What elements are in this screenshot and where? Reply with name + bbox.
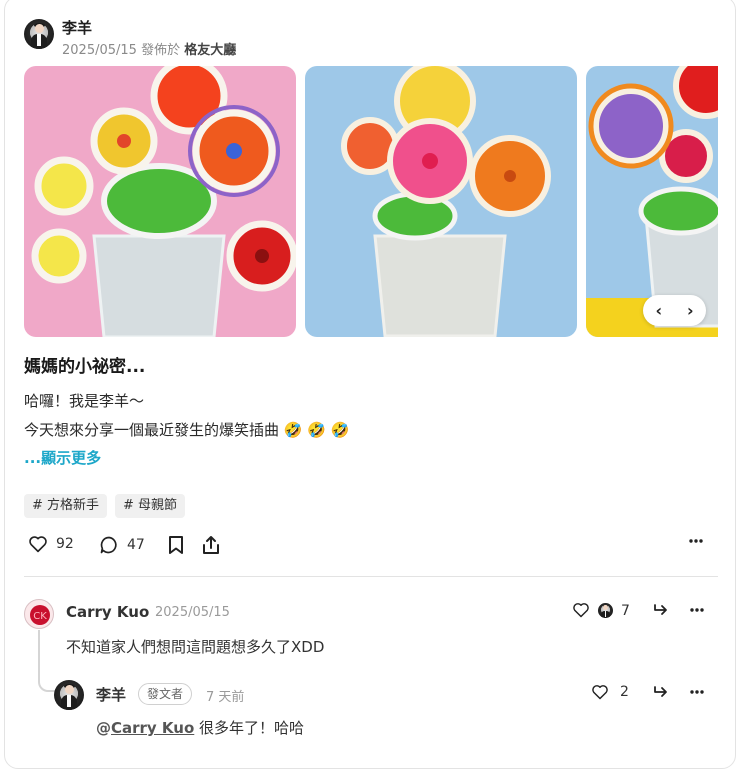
- more-icon: [689, 539, 703, 543]
- post-meta: 2025/05/15 發佈於 格友大廳: [62, 39, 236, 58]
- post-title[interactable]: 媽媽的小祕密...: [24, 352, 145, 377]
- comment-text: 不知道家人們想問這問題想多久了XDD: [66, 638, 325, 656]
- comment-author[interactable]: Carry Kuo: [66, 603, 149, 621]
- bookmark-button[interactable]: [168, 535, 184, 555]
- like-button[interactable]: 92: [28, 535, 74, 553]
- tag-chip[interactable]: # 方格新手: [24, 494, 108, 518]
- reply-text: @Carry Kuo 很多年了！哈哈: [96, 717, 304, 738]
- posted-in-label: 發佈於: [141, 43, 181, 58]
- commenter-avatar[interactable]: CK: [24, 599, 54, 629]
- gallery-next-button[interactable]: ›: [678, 301, 702, 320]
- post-date: 2025/05/15: [62, 43, 137, 58]
- tag-chip[interactable]: # 母親節: [115, 494, 186, 518]
- mention-link[interactable]: Carry Kuo: [111, 719, 194, 737]
- share-button[interactable]: [202, 535, 220, 555]
- reply-time: 7 天前: [206, 690, 245, 705]
- author-name[interactable]: 李羊: [62, 17, 92, 38]
- reply-icon[interactable]: [653, 685, 669, 699]
- mention-at: @: [96, 719, 111, 737]
- comment-more-icon[interactable]: [690, 608, 704, 612]
- like-count: 92: [56, 536, 74, 552]
- reply-like-count: 2: [620, 684, 629, 700]
- reply-author-avatar[interactable]: [54, 680, 84, 710]
- post-body-line: 今天想來分享一個最近發生的爆笑插曲 🤣 🤣 🤣: [24, 421, 350, 439]
- gallery-prev-button[interactable]: ‹: [647, 301, 671, 320]
- author-badge: 發文者: [138, 683, 193, 705]
- show-more-link[interactable]: ...顯示更多: [24, 447, 101, 468]
- gallery-image[interactable]: [305, 66, 577, 337]
- reply-more-icon[interactable]: [690, 690, 704, 694]
- liker-avatar: [598, 603, 613, 618]
- board-link[interactable]: 格友大廳: [184, 43, 236, 58]
- divider: [24, 576, 718, 577]
- author-avatar[interactable]: [24, 19, 54, 49]
- comment-count: 47: [127, 537, 145, 553]
- comment-like-button[interactable]: [572, 602, 590, 618]
- heart-icon: [29, 536, 47, 553]
- reply-body: 很多年了！哈哈: [194, 719, 305, 737]
- share-icon: [203, 536, 219, 554]
- comment-date: 2025/05/15: [155, 605, 230, 620]
- comment-like-count: 7: [621, 603, 630, 619]
- post-body-line: 哈囉！我是李羊～: [24, 392, 145, 410]
- reply-author[interactable]: 李羊: [96, 684, 126, 705]
- post-actions: 92 47: [24, 535, 718, 561]
- gallery-nav: ‹ ›: [643, 295, 706, 326]
- reply-icon[interactable]: [653, 603, 669, 617]
- svg-text:CK: CK: [33, 611, 47, 622]
- image-gallery[interactable]: [24, 66, 718, 337]
- bookmark-icon: [169, 536, 183, 554]
- comment-button[interactable]: 47: [99, 535, 145, 555]
- gallery-image[interactable]: [24, 66, 296, 337]
- post-more-button[interactable]: [689, 539, 703, 543]
- thread-connector: [38, 630, 56, 692]
- reply-like-button[interactable]: [591, 684, 609, 700]
- comment-icon: [100, 536, 117, 554]
